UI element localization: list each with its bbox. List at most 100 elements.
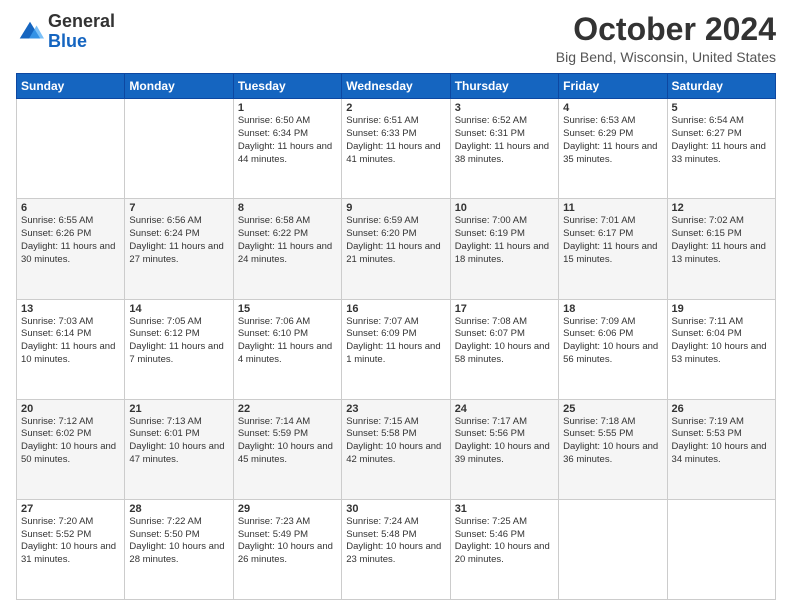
calendar-day-cell xyxy=(559,499,667,599)
day-info: Sunrise: 7:12 AM Sunset: 6:02 PM Dayligh… xyxy=(21,416,120,467)
calendar-day-cell: 28Sunrise: 7:22 AM Sunset: 5:50 PM Dayli… xyxy=(125,499,233,599)
day-number: 19 xyxy=(672,303,771,315)
calendar-day-cell: 21Sunrise: 7:13 AM Sunset: 6:01 PM Dayli… xyxy=(125,399,233,499)
day-number: 25 xyxy=(563,403,662,415)
header-right: October 2024 Big Bend, Wisconsin, United… xyxy=(556,12,776,65)
calendar-day-cell: 31Sunrise: 7:25 AM Sunset: 5:46 PM Dayli… xyxy=(450,499,558,599)
calendar-day-header: Wednesday xyxy=(342,74,450,99)
calendar-day-cell xyxy=(125,99,233,199)
calendar-day-cell: 13Sunrise: 7:03 AM Sunset: 6:14 PM Dayli… xyxy=(17,299,125,399)
page: General Blue October 2024 Big Bend, Wisc… xyxy=(0,0,792,612)
calendar-day-cell xyxy=(667,499,775,599)
day-info: Sunrise: 7:06 AM Sunset: 6:10 PM Dayligh… xyxy=(238,316,337,367)
calendar-day-cell: 25Sunrise: 7:18 AM Sunset: 5:55 PM Dayli… xyxy=(559,399,667,499)
calendar-day-cell: 20Sunrise: 7:12 AM Sunset: 6:02 PM Dayli… xyxy=(17,399,125,499)
calendar-day-cell: 22Sunrise: 7:14 AM Sunset: 5:59 PM Dayli… xyxy=(233,399,341,499)
day-number: 13 xyxy=(21,303,120,315)
day-number: 20 xyxy=(21,403,120,415)
calendar-day-cell: 27Sunrise: 7:20 AM Sunset: 5:52 PM Dayli… xyxy=(17,499,125,599)
calendar-day-cell: 2Sunrise: 6:51 AM Sunset: 6:33 PM Daylig… xyxy=(342,99,450,199)
day-number: 21 xyxy=(129,403,228,415)
day-info: Sunrise: 7:11 AM Sunset: 6:04 PM Dayligh… xyxy=(672,316,771,367)
calendar-day-header: Saturday xyxy=(667,74,775,99)
day-number: 26 xyxy=(672,403,771,415)
day-number: 6 xyxy=(21,202,120,214)
day-info: Sunrise: 7:02 AM Sunset: 6:15 PM Dayligh… xyxy=(672,215,771,266)
calendar-day-header: Monday xyxy=(125,74,233,99)
day-info: Sunrise: 7:18 AM Sunset: 5:55 PM Dayligh… xyxy=(563,416,662,467)
calendar-week-row: 20Sunrise: 7:12 AM Sunset: 6:02 PM Dayli… xyxy=(17,399,776,499)
calendar-day-cell: 17Sunrise: 7:08 AM Sunset: 6:07 PM Dayli… xyxy=(450,299,558,399)
day-number: 5 xyxy=(672,102,771,114)
calendar-day-header: Thursday xyxy=(450,74,558,99)
calendar-day-cell: 7Sunrise: 6:56 AM Sunset: 6:24 PM Daylig… xyxy=(125,199,233,299)
calendar-day-cell: 8Sunrise: 6:58 AM Sunset: 6:22 PM Daylig… xyxy=(233,199,341,299)
calendar-day-cell: 15Sunrise: 7:06 AM Sunset: 6:10 PM Dayli… xyxy=(233,299,341,399)
logo-text: General Blue xyxy=(48,12,115,52)
day-number: 23 xyxy=(346,403,445,415)
day-number: 8 xyxy=(238,202,337,214)
day-info: Sunrise: 7:03 AM Sunset: 6:14 PM Dayligh… xyxy=(21,316,120,367)
calendar-day-cell: 12Sunrise: 7:02 AM Sunset: 6:15 PM Dayli… xyxy=(667,199,775,299)
calendar-day-cell: 23Sunrise: 7:15 AM Sunset: 5:58 PM Dayli… xyxy=(342,399,450,499)
calendar-day-cell: 4Sunrise: 6:53 AM Sunset: 6:29 PM Daylig… xyxy=(559,99,667,199)
day-info: Sunrise: 6:58 AM Sunset: 6:22 PM Dayligh… xyxy=(238,215,337,266)
day-info: Sunrise: 7:17 AM Sunset: 5:56 PM Dayligh… xyxy=(455,416,554,467)
logo-icon xyxy=(16,18,44,46)
day-info: Sunrise: 7:23 AM Sunset: 5:49 PM Dayligh… xyxy=(238,516,337,567)
calendar-table: SundayMondayTuesdayWednesdayThursdayFrid… xyxy=(16,73,776,600)
day-info: Sunrise: 7:01 AM Sunset: 6:17 PM Dayligh… xyxy=(563,215,662,266)
calendar-day-cell: 6Sunrise: 6:55 AM Sunset: 6:26 PM Daylig… xyxy=(17,199,125,299)
day-number: 15 xyxy=(238,303,337,315)
day-number: 31 xyxy=(455,503,554,515)
calendar-day-cell: 26Sunrise: 7:19 AM Sunset: 5:53 PM Dayli… xyxy=(667,399,775,499)
day-info: Sunrise: 6:54 AM Sunset: 6:27 PM Dayligh… xyxy=(672,115,771,166)
day-number: 16 xyxy=(346,303,445,315)
day-number: 11 xyxy=(563,202,662,214)
day-info: Sunrise: 6:52 AM Sunset: 6:31 PM Dayligh… xyxy=(455,115,554,166)
calendar-day-cell: 5Sunrise: 6:54 AM Sunset: 6:27 PM Daylig… xyxy=(667,99,775,199)
calendar-week-row: 13Sunrise: 7:03 AM Sunset: 6:14 PM Dayli… xyxy=(17,299,776,399)
calendar-day-cell: 16Sunrise: 7:07 AM Sunset: 6:09 PM Dayli… xyxy=(342,299,450,399)
calendar-day-cell: 29Sunrise: 7:23 AM Sunset: 5:49 PM Dayli… xyxy=(233,499,341,599)
day-info: Sunrise: 6:50 AM Sunset: 6:34 PM Dayligh… xyxy=(238,115,337,166)
day-number: 17 xyxy=(455,303,554,315)
day-number: 22 xyxy=(238,403,337,415)
day-number: 9 xyxy=(346,202,445,214)
calendar-day-cell: 30Sunrise: 7:24 AM Sunset: 5:48 PM Dayli… xyxy=(342,499,450,599)
calendar-day-cell: 11Sunrise: 7:01 AM Sunset: 6:17 PM Dayli… xyxy=(559,199,667,299)
calendar-day-cell: 19Sunrise: 7:11 AM Sunset: 6:04 PM Dayli… xyxy=(667,299,775,399)
logo-blue: Blue xyxy=(48,32,115,52)
day-info: Sunrise: 7:13 AM Sunset: 6:01 PM Dayligh… xyxy=(129,416,228,467)
day-info: Sunrise: 7:24 AM Sunset: 5:48 PM Dayligh… xyxy=(346,516,445,567)
day-info: Sunrise: 7:08 AM Sunset: 6:07 PM Dayligh… xyxy=(455,316,554,367)
day-number: 1 xyxy=(238,102,337,114)
day-number: 18 xyxy=(563,303,662,315)
calendar-day-cell: 24Sunrise: 7:17 AM Sunset: 5:56 PM Dayli… xyxy=(450,399,558,499)
day-number: 29 xyxy=(238,503,337,515)
day-info: Sunrise: 7:22 AM Sunset: 5:50 PM Dayligh… xyxy=(129,516,228,567)
day-info: Sunrise: 6:55 AM Sunset: 6:26 PM Dayligh… xyxy=(21,215,120,266)
calendar-day-header: Tuesday xyxy=(233,74,341,99)
day-info: Sunrise: 7:07 AM Sunset: 6:09 PM Dayligh… xyxy=(346,316,445,367)
day-number: 14 xyxy=(129,303,228,315)
day-info: Sunrise: 7:20 AM Sunset: 5:52 PM Dayligh… xyxy=(21,516,120,567)
calendar-day-cell: 10Sunrise: 7:00 AM Sunset: 6:19 PM Dayli… xyxy=(450,199,558,299)
day-info: Sunrise: 7:05 AM Sunset: 6:12 PM Dayligh… xyxy=(129,316,228,367)
day-number: 30 xyxy=(346,503,445,515)
calendar-week-row: 6Sunrise: 6:55 AM Sunset: 6:26 PM Daylig… xyxy=(17,199,776,299)
header: General Blue October 2024 Big Bend, Wisc… xyxy=(16,12,776,65)
day-info: Sunrise: 7:25 AM Sunset: 5:46 PM Dayligh… xyxy=(455,516,554,567)
calendar-day-header: Friday xyxy=(559,74,667,99)
calendar-week-row: 27Sunrise: 7:20 AM Sunset: 5:52 PM Dayli… xyxy=(17,499,776,599)
logo-general: General xyxy=(48,12,115,32)
day-number: 10 xyxy=(455,202,554,214)
calendar-day-cell: 9Sunrise: 6:59 AM Sunset: 6:20 PM Daylig… xyxy=(342,199,450,299)
day-info: Sunrise: 7:15 AM Sunset: 5:58 PM Dayligh… xyxy=(346,416,445,467)
day-number: 7 xyxy=(129,202,228,214)
calendar-day-cell: 18Sunrise: 7:09 AM Sunset: 6:06 PM Dayli… xyxy=(559,299,667,399)
day-info: Sunrise: 7:09 AM Sunset: 6:06 PM Dayligh… xyxy=(563,316,662,367)
calendar-day-cell: 3Sunrise: 6:52 AM Sunset: 6:31 PM Daylig… xyxy=(450,99,558,199)
day-number: 2 xyxy=(346,102,445,114)
day-number: 3 xyxy=(455,102,554,114)
